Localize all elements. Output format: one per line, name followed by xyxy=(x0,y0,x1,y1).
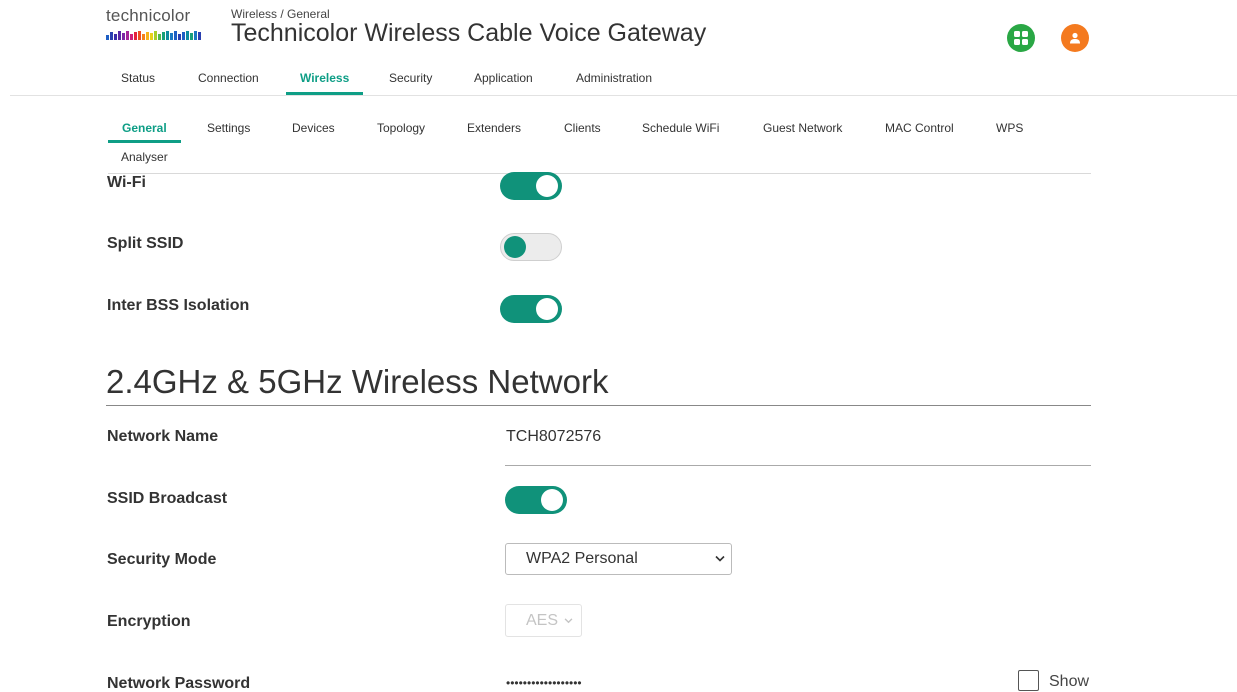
subtab-extenders[interactable]: Extenders xyxy=(467,121,521,135)
show-password-checkbox[interactable] xyxy=(1018,670,1039,691)
user-icon xyxy=(1070,32,1080,44)
inter-bss-isolation-toggle[interactable] xyxy=(500,295,562,323)
subtab-devices[interactable]: Devices xyxy=(292,121,335,135)
network-name-label: Network Name xyxy=(107,428,219,445)
split-ssid-toggle[interactable] xyxy=(500,233,562,261)
inter-bss-isolation-label: Inter BSS Isolation xyxy=(107,297,250,314)
user-button[interactable] xyxy=(1061,24,1089,52)
split-ssid-label: Split SSID xyxy=(107,235,184,252)
logo-color-bars xyxy=(106,31,206,40)
page-title: Technicolor Wireless Cable Voice Gateway xyxy=(231,19,707,47)
subtab-mac-control[interactable]: MAC Control xyxy=(885,121,954,135)
toggle-knob xyxy=(536,298,558,320)
wifi-label: Wi-Fi xyxy=(107,174,146,191)
subtab-topology[interactable]: Topology xyxy=(377,121,425,135)
tab-security[interactable]: Security xyxy=(389,60,432,96)
toggle-knob xyxy=(541,489,563,511)
tab-status[interactable]: Status xyxy=(121,60,155,96)
toggle-knob xyxy=(536,175,558,197)
subtab-settings[interactable]: Settings xyxy=(207,121,250,135)
encryption-value: AES xyxy=(526,611,559,629)
apps-button[interactable] xyxy=(1007,24,1035,52)
section-title: 2.4GHz & 5GHz Wireless Network xyxy=(106,363,609,400)
tab-administration[interactable]: Administration xyxy=(576,60,652,96)
nav-divider xyxy=(10,95,1237,96)
subnav-divider xyxy=(108,173,1091,174)
network-password-field[interactable]: •••••••••••••••••• xyxy=(506,676,582,690)
network-name-field[interactable]: TCH8072576 xyxy=(506,428,601,446)
network-password-label: Network Password xyxy=(107,675,251,692)
section-divider xyxy=(106,405,1091,406)
apps-grid-icon xyxy=(1014,31,1028,45)
subtab-general[interactable]: General xyxy=(122,121,167,135)
chevron-down-icon xyxy=(564,617,573,623)
subtab-guest-network[interactable]: Guest Network xyxy=(763,121,842,135)
wifi-toggle[interactable] xyxy=(500,172,562,200)
security-mode-select[interactable]: WPA2 Personal xyxy=(505,543,732,575)
technicolor-logo: technicolor xyxy=(106,6,206,46)
security-mode-label: Security Mode xyxy=(107,551,217,568)
subtab-wps[interactable]: WPS xyxy=(996,121,1023,135)
tab-application[interactable]: Application xyxy=(474,60,533,96)
subtab-analyser[interactable]: Analyser xyxy=(121,150,168,164)
toggle-knob xyxy=(504,236,526,258)
logo-text: technicolor xyxy=(106,6,191,25)
network-name-underline xyxy=(505,465,1091,466)
chevron-down-icon xyxy=(715,555,725,562)
security-mode-value: WPA2 Personal xyxy=(526,550,638,567)
ssid-broadcast-label: SSID Broadcast xyxy=(107,490,228,507)
encryption-select: AES xyxy=(505,604,582,637)
show-password-label[interactable]: Show xyxy=(1049,673,1089,691)
tab-wireless[interactable]: Wireless xyxy=(285,60,364,96)
subtab-schedule-wifi[interactable]: Schedule WiFi xyxy=(642,121,719,135)
encryption-label: Encryption xyxy=(107,613,191,630)
subtab-clients[interactable]: Clients xyxy=(564,121,601,135)
tab-connection[interactable]: Connection xyxy=(198,60,259,96)
active-subtab-indicator xyxy=(108,140,181,143)
ssid-broadcast-toggle[interactable] xyxy=(505,486,567,514)
